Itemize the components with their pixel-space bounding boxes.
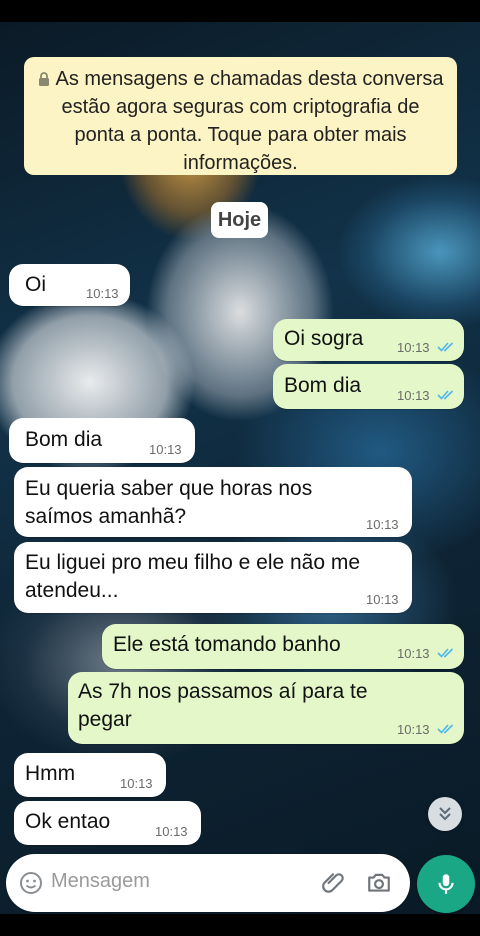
message-time: 10:13 — [366, 517, 399, 532]
message-time: 10:13 — [155, 824, 188, 839]
message-time: 10:13 — [397, 340, 430, 355]
mic-icon — [438, 874, 454, 894]
message-bubble-outgoing[interactable]: As 7h nos passamos aí para te pegar 10:1… — [68, 672, 464, 744]
message-text-line: pegar — [78, 708, 132, 731]
status-bar — [0, 0, 480, 22]
message-text-line: As 7h nos passamos aí para te — [78, 680, 368, 703]
navigation-bar — [0, 914, 480, 936]
message-time: 10:13 — [397, 388, 430, 403]
message-text-line: atendeu... — [25, 579, 119, 602]
lock-icon — [38, 72, 49, 86]
message-text: Bom dia — [25, 428, 103, 451]
message-bubble-outgoing[interactable]: Ele está tomando banho 10:13 — [102, 624, 464, 669]
scroll-to-bottom-button[interactable] — [428, 797, 462, 831]
read-ticks-icon — [437, 724, 454, 734]
read-ticks-icon — [437, 342, 454, 352]
encryption-notice[interactable]: As mensagens e chamadas desta conversa e… — [24, 57, 457, 175]
read-ticks-icon — [437, 648, 454, 658]
message-input[interactable]: Mensagem — [51, 870, 150, 893]
message-time: 10:13 — [86, 286, 119, 301]
message-text: Ele está tomando banho — [113, 633, 341, 656]
message-bubble-outgoing[interactable]: Bom dia 10:13 — [273, 364, 464, 409]
message-time: 10:13 — [149, 442, 182, 457]
message-bubble-incoming[interactable]: Eu queria saber que horas nos saímos ama… — [14, 467, 412, 537]
mic-button[interactable] — [417, 855, 475, 913]
attach-icon[interactable] — [321, 870, 347, 896]
message-text-line: Eu liguei pro meu filho e ele não me — [25, 551, 361, 574]
read-ticks-icon — [437, 390, 454, 400]
message-bubble-incoming[interactable]: Eu liguei pro meu filho e ele não me ate… — [14, 542, 412, 613]
message-time: 10:13 — [366, 592, 399, 607]
message-bubble-incoming[interactable]: Bom dia 10:13 — [9, 418, 195, 463]
message-text: Bom dia — [284, 374, 362, 397]
message-bubble-outgoing[interactable]: Oi sogra 10:13 — [273, 319, 464, 361]
message-text: Hmm — [25, 762, 76, 785]
message-composer: Mensagem — [6, 854, 410, 912]
message-bubble-incoming[interactable]: Hmm 10:13 — [14, 753, 166, 797]
message-time: 10:13 — [120, 776, 153, 791]
message-time: 10:13 — [397, 722, 430, 737]
emoji-icon[interactable] — [19, 871, 43, 895]
message-text-line: Eu queria saber que horas nos — [25, 477, 313, 500]
double-chevron-down-icon — [439, 807, 451, 821]
message-bubble-incoming[interactable]: Ok entao 10:13 — [14, 801, 201, 845]
message-bubble-incoming[interactable]: Oi 10:13 — [9, 264, 130, 306]
message-time: 10:13 — [397, 646, 430, 661]
encryption-notice-text: As mensagens e chamadas desta conversa e… — [55, 68, 444, 174]
date-chip: Hoje — [211, 202, 268, 238]
camera-icon[interactable] — [366, 870, 392, 896]
message-text: Ok entao — [25, 810, 111, 833]
message-text-line: saímos amanhã? — [25, 505, 187, 528]
message-text: Oi — [25, 273, 46, 296]
message-text: Oi sogra — [284, 327, 364, 350]
